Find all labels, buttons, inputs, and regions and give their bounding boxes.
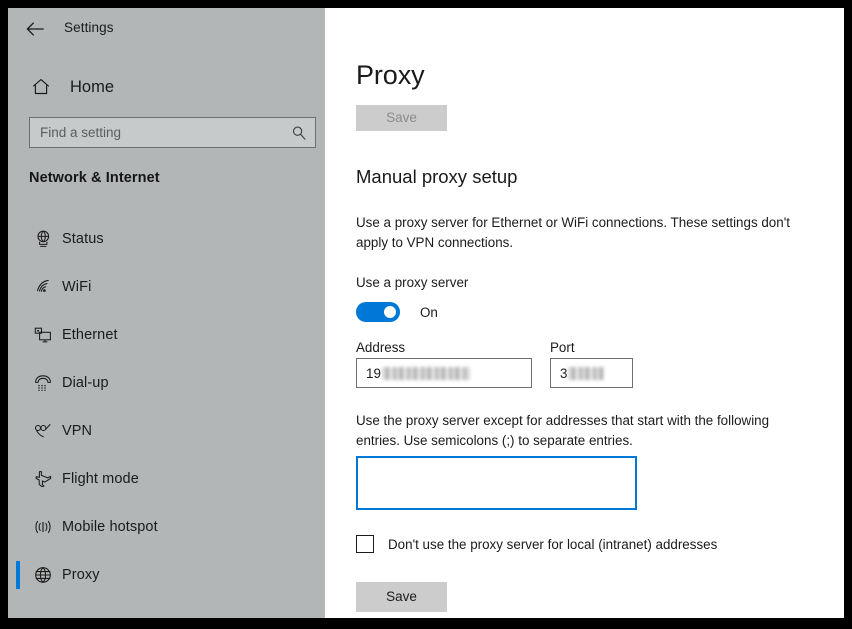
address-value: 19 [366,365,381,381]
search-icon[interactable] [285,125,313,141]
exceptions-description: Use the proxy server except for addresse… [356,413,770,448]
address-redaction-blur [381,366,470,380]
sidebar-item-home[interactable]: Home [8,68,325,106]
sidebar-nav-list: Status WiFi Ethernet Dial-up VPN Flight … [8,215,325,599]
navigation-sidebar: Settings Home Network & Internet [8,8,325,618]
port-label: Port [550,340,575,355]
selection-indicator [16,561,20,589]
sidebar-item-proxy-label: Proxy [62,567,100,583]
airplane-icon [26,469,60,489]
sidebar-item-flight-mode-label: Flight mode [62,471,139,487]
proxy-settings-pane: Proxy Save Manual proxy setup Use a prox… [325,8,844,618]
sidebar-item-wifi[interactable]: WiFi [8,263,325,311]
local-bypass-checkbox[interactable] [356,535,374,553]
ethernet-icon [26,325,60,345]
globe-icon [26,565,60,585]
sidebar-item-mobile-hotspot[interactable]: Mobile hotspot [8,503,325,551]
sidebar-item-wifi-label: WiFi [62,279,92,295]
hotspot-icon [26,517,60,537]
settings-window: Settings Home Network & Internet [8,8,844,618]
sidebar-item-ethernet-label: Ethernet [62,327,118,343]
sidebar-item-vpn[interactable]: VPN [8,407,325,455]
home-icon [20,77,62,97]
sidebar-item-ethernet[interactable]: Ethernet [8,311,325,359]
selection-indicator [16,513,20,541]
proxy-toggle-label: Use a proxy server [356,275,469,290]
proxy-toggle-state: On [420,304,438,320]
sidebar-item-flight-mode[interactable]: Flight mode [8,455,325,503]
page-title: Proxy [356,60,425,90]
toggle-knob [384,306,396,318]
sidebar-item-status[interactable]: Status [8,215,325,263]
dialup-phone-icon [26,373,60,393]
title-bar: Settings [8,8,325,48]
sidebar-item-home-label: Home [70,77,115,96]
local-bypass-label: Don't use the proxy server for local (in… [388,536,718,552]
sidebar-item-status-label: Status [62,231,104,247]
vpn-icon [26,421,60,441]
selection-indicator [16,225,20,253]
address-input[interactable]: 19 [356,358,532,388]
network-status-icon [26,229,60,249]
section-description: Use a proxy server for Ethernet or WiFi … [356,215,790,250]
selection-indicator [16,417,20,445]
back-arrow-icon[interactable] [18,14,52,44]
save-button-bottom[interactable]: Save [356,582,447,612]
sidebar-item-mobile-hotspot-label: Mobile hotspot [62,519,158,535]
selection-indicator [16,321,20,349]
selection-indicator [16,465,20,493]
sidebar-item-dial-up-label: Dial-up [62,375,109,391]
local-bypass-row[interactable]: Don't use the proxy server for local (in… [356,535,717,553]
wifi-icon [26,277,60,297]
search-input[interactable] [30,118,285,147]
port-input[interactable]: 3 [550,358,633,388]
sidebar-item-proxy[interactable]: Proxy [8,551,325,599]
sidebar-item-dial-up[interactable]: Dial-up [8,359,325,407]
proxy-toggle-row: On [356,302,438,322]
app-title: Settings [64,20,114,35]
selection-indicator [16,273,20,301]
save-button-top[interactable]: Save [356,105,447,131]
exceptions-input[interactable] [356,456,637,510]
selection-indicator [16,369,20,397]
section-title: Manual proxy setup [356,166,518,187]
category-title: Network & Internet [29,170,160,186]
port-value: 3 [560,365,568,381]
port-redaction-blur [568,366,605,380]
sidebar-item-vpn-label: VPN [62,423,93,439]
address-label: Address [356,340,406,355]
use-proxy-server-toggle[interactable] [356,302,400,322]
search-box[interactable] [29,117,316,148]
